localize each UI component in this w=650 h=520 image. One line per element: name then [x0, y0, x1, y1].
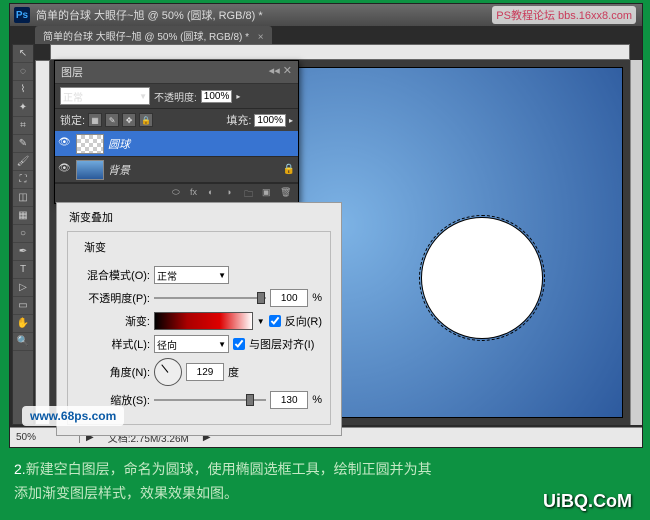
chevron-icon[interactable]: ▸	[289, 116, 293, 125]
percent-label: %	[312, 292, 322, 304]
reverse-label: 反向(R)	[285, 313, 322, 329]
align-label: 与图层对齐(I)	[249, 336, 314, 352]
lock-pixels-icon[interactable]: ✎	[105, 113, 119, 127]
style-title: 渐变叠加	[57, 203, 341, 227]
degree-label: 度	[228, 364, 239, 380]
style-label: 样式(L):	[76, 336, 150, 352]
adjustment-icon[interactable]: ◑	[226, 187, 240, 201]
caption-line1: 新建空白图层，命名为圆球，使用椭圆选框工具，绘制正圆并为其	[26, 461, 432, 477]
opacity-label: 不透明度:	[154, 89, 197, 104]
crop-tool-icon[interactable]: ⌗	[13, 117, 33, 135]
stamp-tool-icon[interactable]: ⛶	[13, 171, 33, 189]
panel-header[interactable]: 图层 ◂◂ ✕	[55, 61, 298, 84]
caption-line2: 添加渐变图层样式，效果效果如图。	[14, 485, 238, 501]
opacity-input[interactable]: 100	[270, 289, 308, 307]
scrollbar-vertical[interactable]	[630, 60, 642, 425]
marquee-tool-icon[interactable]: ◌	[13, 63, 33, 81]
panel-footer: ⬭ fx ◐ ◑ 🗀 ▣ 🗑	[55, 183, 298, 203]
angle-input[interactable]: 129	[186, 363, 224, 381]
angle-label: 角度(N):	[76, 364, 150, 380]
chevron-down-icon[interactable]: ▼	[257, 317, 265, 326]
layer-name[interactable]: 圆球	[108, 136, 130, 152]
scale-slider[interactable]	[154, 391, 266, 409]
layer-thumbnail[interactable]	[76, 134, 104, 154]
layer-thumbnail[interactable]	[76, 160, 104, 180]
panel-menu-icon[interactable]: ◂◂ ✕	[269, 64, 292, 80]
eraser-tool-icon[interactable]: ◫	[13, 189, 33, 207]
tutorial-caption: 2.新建空白图层，命名为圆球，使用椭圆选框工具，绘制正圆并为其 添加渐变图层样式…	[14, 458, 636, 506]
opacity-slider[interactable]	[154, 289, 266, 307]
layer-row[interactable]: 👁 背景 🔒	[55, 157, 298, 183]
circle-shape[interactable]	[422, 218, 542, 338]
lasso-tool-icon[interactable]: ⌇	[13, 81, 33, 99]
visibility-icon[interactable]: 👁	[58, 163, 72, 177]
close-icon[interactable]: ×	[258, 32, 264, 43]
gradient-label: 渐变:	[76, 313, 150, 329]
document-tab[interactable]: 简单的台球 大眼仔~旭 @ 50% (圆球, RGB/8) * ×	[35, 26, 272, 44]
percent-label: %	[312, 394, 322, 406]
blur-tool-icon[interactable]: ○	[13, 225, 33, 243]
layer-style-panel[interactable]: 渐变叠加 渐变 混合模式(O): 正常▼ 不透明度(P): 100 % 渐变: …	[56, 202, 342, 436]
link-icon[interactable]: ⬭	[172, 187, 186, 201]
lock-transparent-icon[interactable]: ▦	[88, 113, 102, 127]
folder-icon[interactable]: 🗀	[244, 187, 258, 201]
blend-mode-select[interactable]: 正常▼	[154, 266, 229, 284]
app-icon: Ps	[14, 7, 30, 23]
group-title: 渐变	[80, 239, 110, 255]
gradient-group: 渐变 混合模式(O): 正常▼ 不透明度(P): 100 % 渐变: ▼ 反向(…	[67, 231, 331, 425]
blend-mode-select[interactable]: 正常▼	[60, 87, 150, 105]
layer-name[interactable]: 背景	[108, 162, 130, 178]
path-tool-icon[interactable]: ▷	[13, 279, 33, 297]
new-layer-icon[interactable]: ▣	[262, 187, 276, 201]
zoom-tool-icon[interactable]: 🔍	[13, 333, 33, 351]
ruler-horizontal	[50, 44, 630, 60]
layer-list: 👁 圆球 👁 背景 🔒	[55, 131, 298, 183]
opacity-label: 不透明度(P):	[76, 290, 150, 306]
tab-label: 简单的台球 大眼仔~旭 @ 50% (圆球, RGB/8) *	[43, 32, 249, 43]
opacity-value[interactable]: 100%	[201, 90, 233, 103]
gradient-tool-icon[interactable]: ▦	[13, 207, 33, 225]
watermark-68ps: www.68ps.com	[22, 406, 124, 426]
reverse-checkbox[interactable]	[269, 315, 281, 327]
fx-icon[interactable]: fx	[190, 187, 204, 201]
type-tool-icon[interactable]: T	[13, 261, 33, 279]
chevron-down-icon: ▼	[218, 271, 226, 280]
watermark-forum: PS教程论坛 bbs.16xx8.com	[492, 6, 636, 24]
style-select[interactable]: 径向▼	[154, 335, 229, 353]
move-tool-icon[interactable]: ↖	[13, 45, 33, 63]
wand-tool-icon[interactable]: ✦	[13, 99, 33, 117]
chevron-down-icon: ▼	[139, 92, 147, 101]
eyedropper-tool-icon[interactable]: ✎	[13, 135, 33, 153]
step-number: 2.	[14, 461, 26, 477]
layer-row[interactable]: 👁 圆球	[55, 131, 298, 157]
fill-value[interactable]: 100%	[254, 114, 286, 127]
toolbox: ↖ ◌ ⌇ ✦ ⌗ ✎ 🖌 ⛶ ◫ ▦ ○ ✒ T ▷ ▭ ✋ 🔍	[12, 44, 34, 425]
window-title: 简单的台球 大眼仔~旭 @ 50% (圆球, RGB/8) *	[36, 7, 263, 23]
hand-tool-icon[interactable]: ✋	[13, 315, 33, 333]
blend-row: 正常▼ 不透明度: 100% ▸	[55, 84, 298, 108]
lock-label: 锁定:	[60, 112, 85, 128]
blend-mode-label: 混合模式(O):	[76, 267, 150, 283]
shape-tool-icon[interactable]: ▭	[13, 297, 33, 315]
ruler-vertical	[35, 60, 50, 425]
pen-tool-icon[interactable]: ✒	[13, 243, 33, 261]
fill-label: 填充:	[226, 112, 251, 128]
trash-icon[interactable]: 🗑	[280, 187, 294, 201]
visibility-icon[interactable]: 👁	[58, 137, 72, 151]
chevron-icon[interactable]: ▸	[236, 92, 240, 101]
layers-panel[interactable]: 图层 ◂◂ ✕ 正常▼ 不透明度: 100% ▸ 锁定: ▦ ✎ ✥ 🔒 填充:…	[54, 60, 299, 204]
chevron-down-icon: ▼	[218, 340, 226, 349]
lock-all-icon[interactable]: 🔒	[139, 113, 153, 127]
lock-position-icon[interactable]: ✥	[122, 113, 136, 127]
panel-title: 图层	[61, 64, 83, 80]
lock-row: 锁定: ▦ ✎ ✥ 🔒 填充: 100% ▸	[55, 108, 298, 131]
lock-icon: 🔒	[283, 164, 295, 175]
brush-tool-icon[interactable]: 🖌	[13, 153, 33, 171]
gradient-preview[interactable]	[154, 312, 253, 330]
align-checkbox[interactable]	[233, 338, 245, 350]
mask-icon[interactable]: ◐	[208, 187, 222, 201]
scale-input[interactable]: 130	[270, 391, 308, 409]
angle-dial[interactable]	[154, 358, 182, 386]
